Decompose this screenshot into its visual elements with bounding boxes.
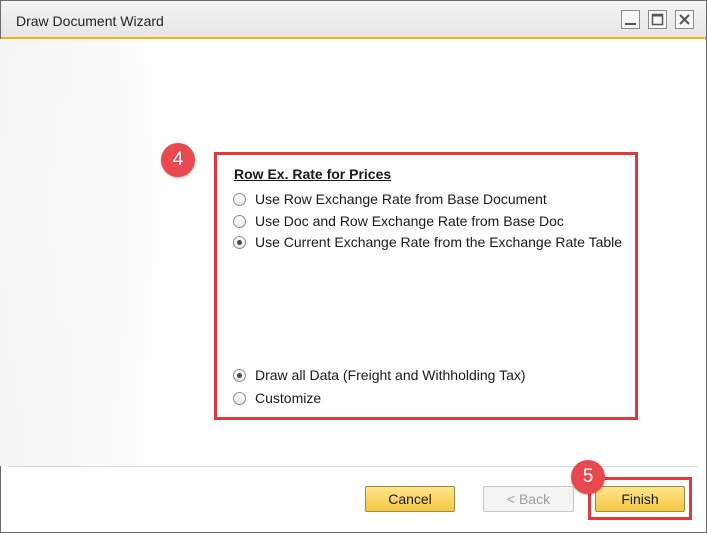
radio-button-selected[interactable] [233,235,246,249]
minimize-icon [625,23,636,25]
maximize-icon [651,13,664,26]
radio-row-customize[interactable]: Customize [233,389,321,407]
radio-label: Use Doc and Row Exchange Rate from Base … [255,213,564,229]
radio-label: Use Row Exchange Rate from Base Document [255,191,547,207]
section-title: Row Ex. Rate for Prices [234,166,392,182]
radio-row-draw-all-data[interactable]: Draw all Data (Freight and Withholding T… [233,366,526,384]
radio-label: Customize [255,390,322,406]
back-button[interactable]: < Back [483,486,574,512]
step5-badge: 5 [571,460,605,494]
finish-button[interactable]: Finish [595,486,685,512]
radio-button-selected[interactable] [233,368,246,382]
radio-row-base-document[interactable]: Use Row Exchange Rate from Base Document [233,190,547,208]
radio-button[interactable] [233,214,246,228]
radio-row-current-rate[interactable]: Use Current Exchange Rate from the Excha… [233,233,622,251]
radio-button[interactable] [233,192,246,206]
close-button[interactable] [675,10,694,29]
step4-badge: 4 [161,143,195,177]
radio-label: Draw all Data (Freight and Withholding T… [255,367,526,383]
maximize-button[interactable] [648,10,667,29]
title-bar: Draw Document Wizard [1,1,706,37]
radio-row-doc-and-row[interactable]: Use Doc and Row Exchange Rate from Base … [233,212,564,230]
minimize-button[interactable] [621,10,640,29]
cancel-button[interactable]: Cancel [365,486,455,512]
radio-button[interactable] [233,391,246,405]
window-title: Draw Document Wizard [16,13,164,29]
close-icon [679,14,690,25]
radio-label: Use Current Exchange Rate from the Excha… [255,234,623,250]
background-fade [0,39,170,466]
